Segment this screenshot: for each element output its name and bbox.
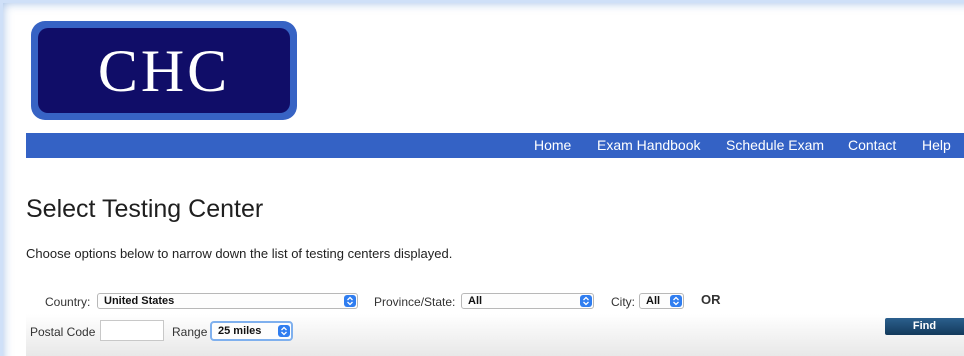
or-separator: OR: [701, 292, 721, 307]
select-arrows-icon: [580, 295, 592, 307]
select-arrows-icon: [344, 295, 356, 307]
city-select[interactable]: All: [639, 293, 684, 309]
province-label: Province/State:: [374, 295, 456, 309]
city-label: City:: [611, 295, 635, 309]
range-select[interactable]: 25 miles: [210, 321, 293, 341]
nav-bar: Home Exam Handbook Schedule Exam Contact…: [26, 133, 964, 158]
logo-text: CHC: [97, 37, 231, 104]
postal-search-bar: [26, 314, 964, 356]
country-label: Country:: [45, 295, 91, 309]
city-select-value: All: [646, 295, 661, 307]
nav-exam-handbook[interactable]: Exam Handbook: [597, 137, 701, 153]
nav-schedule-exam[interactable]: Schedule Exam: [726, 137, 824, 153]
nav-contact[interactable]: Contact: [848, 137, 896, 153]
select-arrows-icon: [670, 295, 682, 307]
country-select-value: United States: [104, 295, 175, 307]
select-arrows-icon: [278, 325, 290, 337]
range-select-value: 25 miles: [218, 325, 262, 337]
logo[interactable]: CHC: [31, 21, 297, 120]
postal-code-input[interactable]: [100, 320, 164, 341]
logo-inner: CHC: [38, 28, 290, 113]
nav-home[interactable]: Home: [534, 137, 571, 153]
find-button[interactable]: Find: [885, 318, 964, 335]
province-select-value: All: [468, 295, 483, 307]
nav-help[interactable]: Help: [922, 137, 951, 153]
postal-code-label: Postal Code: [30, 325, 96, 339]
country-select[interactable]: United States: [97, 293, 358, 309]
province-select[interactable]: All: [461, 293, 594, 309]
intro-text: Choose options below to narrow down the …: [26, 246, 453, 261]
range-label: Range: [172, 325, 208, 339]
page-title: Select Testing Center: [26, 195, 264, 223]
